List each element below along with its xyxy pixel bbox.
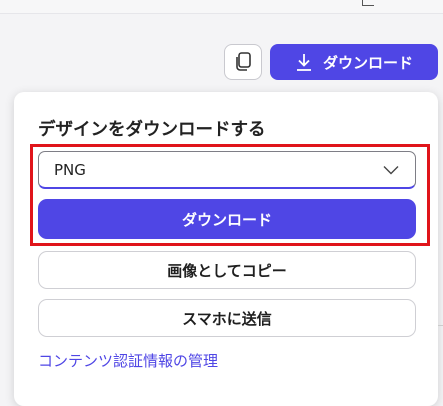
send-to-phone-label: スマホに送信: [182, 309, 272, 328]
side-divider: [438, 325, 443, 326]
app-stage: ダウンロード デザインをダウンロードする PNG ダウンロード 画像としてコピー…: [0, 0, 443, 406]
download-button-top[interactable]: ダウンロード: [270, 44, 438, 80]
panel-title: デザインをダウンロードする: [38, 120, 266, 140]
download-button[interactable]: ダウンロード: [38, 199, 416, 239]
chevron-down-icon: [383, 166, 399, 175]
download-panel: デザインをダウンロードする PNG ダウンロード 画像としてコピー スマホに送信…: [14, 92, 438, 406]
send-to-phone-button[interactable]: スマホに送信: [38, 299, 416, 337]
download-arrow-icon: [296, 54, 311, 71]
download-button-label: ダウンロード: [181, 210, 272, 229]
top-edge-bar: [0, 0, 443, 14]
copy-icon: [236, 52, 251, 71]
copy-as-image-button[interactable]: 画像としてコピー: [38, 251, 416, 289]
download-button-top-label: ダウンロード: [322, 53, 413, 72]
copy-as-image-label: 画像としてコピー: [167, 261, 287, 280]
format-select-value: PNG: [54, 161, 86, 179]
format-select[interactable]: PNG: [38, 151, 416, 189]
partial-icon: [362, 0, 374, 6]
content-credentials-link[interactable]: コンテンツ認証情報の管理: [38, 350, 218, 371]
copy-button[interactable]: [224, 44, 262, 80]
top-toolbar: ダウンロード: [0, 42, 443, 82]
